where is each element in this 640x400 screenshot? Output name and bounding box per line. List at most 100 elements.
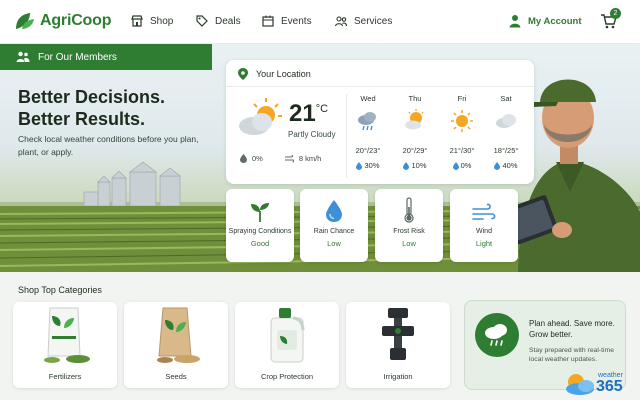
partly-sunny-icon (405, 109, 424, 130)
forecast-temps: 18°/25° (493, 146, 519, 155)
nav-deals[interactable]: Deals (195, 14, 241, 28)
forecast-day-sat[interactable]: Sat 18°/25° 40% (484, 94, 528, 170)
store-icon (131, 15, 143, 27)
leaf-logo-icon (16, 13, 34, 29)
divider (226, 86, 534, 87)
members-bar[interactable]: For Our Members (0, 44, 212, 70)
forecast-day-name: Wed (360, 94, 376, 103)
forecast-temps: 21°/30° (449, 146, 475, 155)
raindrop-icon (403, 161, 410, 170)
location-label: Your Location (256, 69, 311, 79)
wind-stat: 8 km/h (284, 154, 321, 163)
condition-label: Frost Risk (393, 228, 425, 235)
condition-value: Good (250, 239, 270, 248)
nav-services[interactable]: Services (334, 14, 392, 28)
promo-title: Plan ahead. Save more. Grow better. (529, 319, 615, 339)
condition-value: Low (327, 239, 341, 248)
partly-cloudy-icon (239, 98, 282, 135)
temperature-unit: °C (315, 103, 329, 115)
category-label: Fertilizers (48, 372, 82, 381)
my-account-label: My Account (528, 15, 582, 27)
cloud-rain-icon (475, 313, 519, 357)
irrigation-valve-image (382, 308, 414, 360)
promo-subtitle: Stay prepared with real-time local weath… (529, 347, 614, 363)
shop-section-title: Shop Top Categories (18, 285, 102, 295)
category-crop-protection[interactable]: Crop Protection (235, 302, 339, 388)
thermometer-icon (404, 197, 414, 223)
condition-value: Low (402, 239, 416, 248)
weather-card: Your Location 21°C Partly Cloudy 0% 8 km… (226, 60, 534, 184)
my-account-link[interactable]: My Account (508, 14, 581, 28)
nav-services-label: Services (354, 15, 393, 27)
condition-label: Rain Chance (313, 228, 355, 235)
site-logo[interactable]: AgriCoop (14, 11, 111, 31)
hero-title-line1: Better Decisions. (18, 87, 166, 107)
user-icon (509, 15, 521, 28)
weather365-logo: weather 365 (562, 372, 623, 396)
forecast-day-fri[interactable]: Fri 21°/30° 0% (440, 94, 484, 170)
forecast-day-thu[interactable]: Thu 20°/29° 10% (393, 94, 437, 170)
condition-label: Wind (476, 228, 492, 235)
hero-title: Better Decisions. Better Results. (18, 86, 208, 130)
forecast-day-name: Sat (500, 94, 512, 103)
sprout-icon (251, 203, 269, 222)
category-label: Seeds (165, 372, 187, 381)
forecast-day-name: Thu (408, 94, 422, 103)
cloud-icon (496, 114, 516, 128)
category-label: Crop Protection (260, 372, 314, 381)
condition-label: Spraying Conditions (228, 228, 292, 235)
precipitation-stat: 0% (240, 154, 263, 163)
forecast-temps: 20°/23° (355, 146, 381, 155)
nav-events[interactable]: Events (261, 14, 312, 28)
forecast-precip: 40% (484, 161, 528, 170)
location-pin-icon (238, 68, 248, 80)
chemical-jug-image (270, 308, 305, 363)
logo-text: AgriCoop (40, 12, 112, 29)
current-temperature: 21°C (289, 100, 329, 127)
nav-shop-label: Shop (150, 15, 174, 27)
nav-events-label: Events (281, 15, 312, 27)
forecast-precip: 30% (346, 161, 390, 170)
current-stats: 0% 8 km/h (240, 154, 321, 163)
frost-risk-card[interactable]: Frost Risk Low (375, 189, 443, 262)
rain-chance-card[interactable]: Rain Chance Low (300, 189, 368, 262)
cart-count-badge: 2 (610, 8, 621, 19)
forecast-temps: 20°/29° (402, 146, 428, 155)
raindrop-icon (494, 161, 501, 170)
calendar-icon (262, 15, 274, 27)
hero-subtitle: Check local weather conditions before yo… (18, 134, 199, 157)
forecast-precip: 10% (393, 161, 437, 170)
condition-value: Light (475, 239, 493, 248)
sun-cloud-logo-icon (566, 374, 594, 395)
raindrop-icon (356, 161, 363, 170)
brand-big-text: 365 (596, 378, 623, 395)
location-selector[interactable]: Your Location (238, 68, 311, 80)
forecast-precip: 0% (440, 161, 484, 170)
members-icon (16, 51, 30, 62)
wind-icon (472, 203, 496, 220)
category-fertilizers[interactable]: Fertilizers (13, 302, 117, 388)
wind-small-icon (284, 154, 294, 162)
sun-icon (451, 110, 473, 132)
hero-title-line2: Better Results. (18, 109, 146, 129)
fertilizer-bag-image (44, 307, 90, 363)
top-header: AgriCoop Shop Deals Events Services My A… (0, 0, 640, 44)
seed-bag-image (157, 307, 200, 363)
cart-button[interactable]: 2 (600, 8, 621, 35)
current-condition: Partly Cloudy (288, 130, 336, 139)
forecast-day-name: Fri (457, 94, 467, 103)
nav-deals-label: Deals (215, 15, 241, 27)
water-drop-icon (326, 200, 342, 222)
spraying-conditions-card[interactable]: Spraying Conditions Good (226, 189, 294, 262)
category-irrigation[interactable]: Irrigation (346, 302, 450, 388)
nav-shop[interactable]: Shop (130, 14, 173, 28)
members-label: For Our Members (38, 51, 117, 63)
category-label: Irrigation (383, 372, 413, 381)
category-seeds[interactable]: Seeds (124, 302, 228, 388)
people-icon (334, 16, 348, 27)
forecast-day-wed[interactable]: Wed 20°/23° 30% (346, 94, 390, 170)
raindrop-icon (240, 154, 247, 163)
tag-icon (196, 15, 208, 27)
rain-cloud-icon (358, 112, 376, 131)
wind-card[interactable]: Wind Light (450, 189, 518, 262)
